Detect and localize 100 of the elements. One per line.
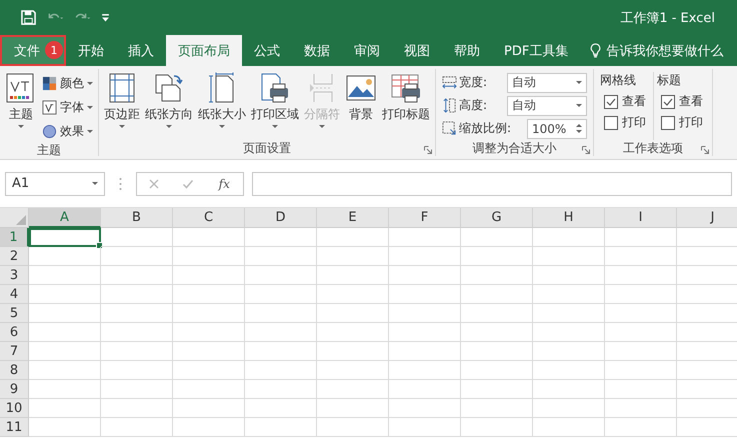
grid-cell[interactable]: [245, 266, 317, 285]
formula-input[interactable]: [252, 172, 732, 196]
ribbon-tab[interactable]: 插入: [116, 35, 166, 66]
grid-cell[interactable]: [533, 342, 605, 361]
grid-cell[interactable]: [389, 266, 461, 285]
check-icon[interactable]: [182, 178, 194, 190]
checkbox-box[interactable]: [604, 116, 618, 130]
grid-cell[interactable]: [173, 285, 245, 304]
grid-cell[interactable]: [245, 304, 317, 323]
row-header[interactable]: 5: [0, 304, 29, 323]
dialog-launcher-icon[interactable]: [582, 146, 590, 154]
column-header[interactable]: E: [317, 208, 389, 228]
grid-cell[interactable]: [605, 285, 677, 304]
grid-cell[interactable]: [245, 418, 317, 437]
grid-cell[interactable]: [173, 266, 245, 285]
grid-cell[interactable]: [173, 323, 245, 342]
column-header[interactable]: A: [29, 208, 101, 228]
grid-cell[interactable]: [101, 323, 173, 342]
grid-cell[interactable]: [29, 323, 101, 342]
dialog-launcher-icon[interactable]: [424, 146, 432, 154]
grid-cell[interactable]: [245, 380, 317, 399]
grid-cell[interactable]: [605, 399, 677, 418]
grid-cell[interactable]: [533, 361, 605, 380]
grid-cell[interactable]: [101, 361, 173, 380]
ribbon-tab[interactable]: 公式: [242, 35, 292, 66]
ribbon-button[interactable]: 效果: [40, 120, 95, 142]
spin-field[interactable]: 100%: [527, 118, 587, 138]
grid-cell[interactable]: [29, 266, 101, 285]
ribbon-tab[interactable]: PDF工具集: [492, 35, 580, 66]
grid-cell[interactable]: [461, 247, 533, 266]
ribbon-tab[interactable]: 帮助: [442, 35, 492, 66]
grid-cell[interactable]: [461, 418, 533, 437]
name-box[interactable]: A1: [5, 172, 105, 196]
row-header[interactable]: 6: [0, 323, 29, 342]
ribbon-tab[interactable]: 视图: [392, 35, 442, 66]
grid-cell[interactable]: [245, 228, 317, 247]
ribbon-button[interactable]: 主题: [3, 72, 39, 142]
insert-function-button[interactable]: fx: [216, 176, 232, 190]
save-icon[interactable]: [20, 10, 37, 25]
grid-cell[interactable]: [245, 323, 317, 342]
row-header[interactable]: 7: [0, 342, 29, 361]
grid-cell[interactable]: [389, 304, 461, 323]
grid-cell[interactable]: [389, 380, 461, 399]
grid-cell[interactable]: [101, 418, 173, 437]
row-header[interactable]: 8: [0, 361, 29, 380]
grid-cell[interactable]: [245, 361, 317, 380]
select-all-corner[interactable]: [0, 208, 29, 228]
row-header[interactable]: 2: [0, 247, 29, 266]
column-header[interactable]: F: [389, 208, 461, 228]
column-header[interactable]: J: [677, 208, 737, 228]
row-header[interactable]: 11: [0, 418, 29, 437]
checkbox-box[interactable]: [661, 94, 675, 108]
checkbox[interactable]: 查看: [600, 93, 646, 110]
ribbon-button[interactable]: 纸张大小: [196, 72, 248, 140]
ribbon-button[interactable]: 字体: [40, 96, 95, 118]
grid-cell[interactable]: [605, 247, 677, 266]
grid-cell[interactable]: [101, 228, 173, 247]
grid-cell[interactable]: [317, 418, 389, 437]
grid-cell[interactable]: [101, 247, 173, 266]
grid-cell[interactable]: [101, 342, 173, 361]
column-header[interactable]: G: [461, 208, 533, 228]
grid-cell[interactable]: [173, 342, 245, 361]
checkbox-box[interactable]: [661, 116, 675, 130]
grid-cell[interactable]: [533, 399, 605, 418]
checkbox-box[interactable]: [604, 94, 618, 108]
grid-cell[interactable]: [317, 247, 389, 266]
grid-cell[interactable]: [533, 304, 605, 323]
grid-cell[interactable]: [533, 323, 605, 342]
grid-cell[interactable]: [605, 418, 677, 437]
grid-cell[interactable]: [29, 304, 101, 323]
grid-cell[interactable]: [317, 266, 389, 285]
column-header[interactable]: I: [605, 208, 677, 228]
ribbon-button[interactable]: 颜色: [40, 72, 95, 94]
row-header[interactable]: 1: [0, 228, 29, 247]
dropdown-field[interactable]: 自动: [507, 72, 587, 92]
grid-cell[interactable]: [317, 323, 389, 342]
column-header[interactable]: B: [101, 208, 173, 228]
grid-cell[interactable]: [605, 361, 677, 380]
ribbon-button[interactable]: 背景: [343, 72, 379, 140]
ribbon-tab[interactable]: 开始: [66, 35, 116, 66]
grid-cell[interactable]: [29, 247, 101, 266]
row-header[interactable]: 10: [0, 399, 29, 418]
row-header[interactable]: 9: [0, 380, 29, 399]
customize-icon[interactable]: [101, 13, 110, 22]
grid-cell[interactable]: [461, 304, 533, 323]
grid-cell[interactable]: [389, 361, 461, 380]
checkbox[interactable]: 打印: [657, 114, 703, 131]
grid-cell[interactable]: [317, 285, 389, 304]
grid-cell[interactable]: [101, 399, 173, 418]
grid-cell[interactable]: [605, 380, 677, 399]
grid-cell[interactable]: [533, 285, 605, 304]
column-header[interactable]: H: [533, 208, 605, 228]
grid-cell[interactable]: [29, 380, 101, 399]
column-header[interactable]: C: [173, 208, 245, 228]
grid-cell[interactable]: [173, 418, 245, 437]
grid-cell[interactable]: [29, 285, 101, 304]
grid-cell[interactable]: [389, 418, 461, 437]
grid-cell[interactable]: [533, 228, 605, 247]
grid-cell[interactable]: [245, 399, 317, 418]
grid-cell[interactable]: [389, 323, 461, 342]
